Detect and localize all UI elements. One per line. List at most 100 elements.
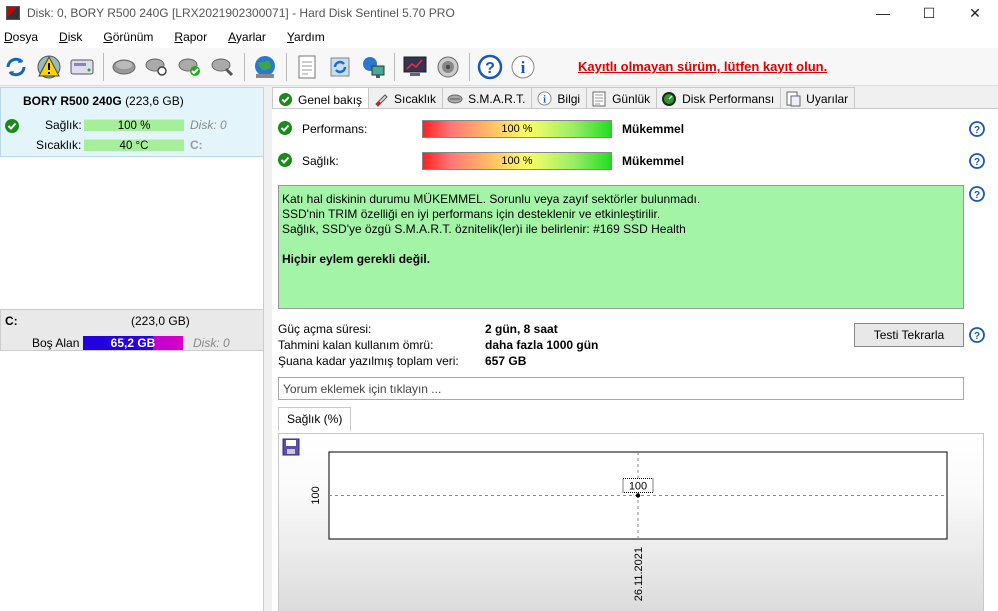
power-on-label: Güç açma süresi: xyxy=(278,322,372,336)
window-title: Disk: 0, BORY R500 240G [LRX202190230007… xyxy=(27,6,455,20)
info-icon: i xyxy=(536,91,552,107)
retest-button[interactable]: Testi Tekrarla xyxy=(854,323,964,347)
close-button[interactable]: ✕ xyxy=(952,0,998,26)
hdd-check-icon[interactable] xyxy=(176,53,204,81)
minimize-button[interactable]: — xyxy=(860,0,906,26)
toolbar-separator xyxy=(103,52,104,81)
volume-card[interactable]: C: (223,0 GB) Boş Alan 65,2 GB Disk: 0 xyxy=(0,309,264,351)
svg-text:?: ? xyxy=(974,190,980,201)
data-point xyxy=(635,493,641,498)
tab-label: Disk Performansı xyxy=(682,91,775,106)
menu-ayarlar[interactable]: Ayarlar xyxy=(228,30,266,44)
speedometer-icon xyxy=(661,91,677,107)
health-label: Sağlık: xyxy=(302,154,339,168)
data-label: 100 xyxy=(629,481,647,493)
hdd-gray-icon[interactable] xyxy=(110,53,138,81)
refresh-icon[interactable] xyxy=(2,53,30,81)
tab-label: S.M.A.R.T. xyxy=(468,91,526,106)
hdd-magnifier-icon[interactable] xyxy=(143,53,171,81)
log-icon xyxy=(591,91,607,107)
tab-bilgi[interactable]: i Bilgi xyxy=(531,87,588,109)
about-info-icon[interactable]: i xyxy=(509,53,537,81)
speaker-icon[interactable] xyxy=(434,53,462,81)
health-ok-icon xyxy=(5,119,19,133)
menu-dosya[interactable]: Dosya xyxy=(4,30,38,44)
globe-icon[interactable] xyxy=(251,53,279,81)
remaining-life-label: Tahmini kalan kullanım ömrü: xyxy=(278,338,434,352)
svg-text:?: ? xyxy=(974,157,980,168)
status-line: Katı hal diskinin durumu MÜKEMMEL. Sorun… xyxy=(282,192,701,206)
remaining-life-value: daha fazla 1000 gün xyxy=(485,338,599,352)
help-icon[interactable]: ? xyxy=(969,327,985,343)
registration-notice-link[interactable]: Kayıtlı olmayan sürüm, lütfen kayıt olun… xyxy=(578,59,827,74)
health-chart-panel: 100 100 26.11.2021 xyxy=(278,433,984,611)
disk-health-label: Sağlık: xyxy=(45,118,82,132)
hdd-wrench-icon[interactable] xyxy=(209,53,237,81)
status-description: Katı hal diskinin durumu MÜKEMMEL. Sorun… xyxy=(278,185,964,309)
y-tick-label: 100 xyxy=(310,486,322,504)
disk-title: BORY R500 240G (223,6 GB) xyxy=(23,94,184,108)
tab-gunluk[interactable]: Günlük xyxy=(586,87,658,109)
disk-drive-letter: C: xyxy=(190,138,203,152)
chart-tab-health[interactable]: Sağlık (%) xyxy=(278,407,352,431)
svg-text:?: ? xyxy=(974,331,980,342)
disk-card[interactable]: BORY R500 240G (223,6 GB) Sağlık: 100 % … xyxy=(0,87,264,157)
toolbar-separator xyxy=(469,52,470,81)
disk-temp-bar: 40 °C xyxy=(84,139,184,152)
tab-bar: Genel bakış Sıcaklık S.M.A.R.T. i Bilgi … xyxy=(272,87,856,111)
help-icon[interactable]: ? xyxy=(476,53,504,81)
smart-icon xyxy=(447,91,463,107)
tab-label: Uyarılar xyxy=(806,91,849,106)
svg-text:i: i xyxy=(521,58,526,77)
svg-text:?: ? xyxy=(974,125,980,136)
disk-size: (223,6 GB) xyxy=(125,94,184,108)
monitor-icon[interactable] xyxy=(401,53,429,81)
menu-disk[interactable]: Disk xyxy=(59,30,82,44)
svg-text:i: i xyxy=(543,95,546,106)
disk-health-bar: 100 % xyxy=(84,119,184,132)
maximize-button[interactable]: ☐ xyxy=(906,0,952,26)
performance-label: Performans: xyxy=(302,122,368,136)
overview-panel: Performans: 100 % Mükemmel ? Sağlık: 100… xyxy=(272,108,998,611)
tab-disk-performansi[interactable]: Disk Performansı xyxy=(656,87,782,109)
warning-doc-icon xyxy=(785,91,801,107)
help-icon[interactable]: ? xyxy=(969,121,985,137)
menu-rapor[interactable]: Rapor xyxy=(174,30,207,44)
tab-label: Genel bakış xyxy=(298,92,363,107)
comment-input[interactable]: Yorum eklemek için tıklayın ... xyxy=(278,377,964,400)
status-line: SSD'nin TRIM özelliği en iyi performans … xyxy=(282,207,661,221)
help-icon[interactable]: ? xyxy=(969,186,985,202)
menu-yardim[interactable]: Yardım xyxy=(287,30,325,44)
status-line: Sağlık, SSD'ye özgü S.M.A.R.T. öznitelik… xyxy=(282,222,686,236)
alert-disk-icon[interactable] xyxy=(35,53,63,81)
disk-temp-label: Sıcaklık: xyxy=(36,138,82,152)
volume-size: (223,0 GB) xyxy=(131,314,190,328)
window-controls: — ☐ ✕ xyxy=(860,0,998,26)
toolbar: ? i Kayıtlı olmayan sürüm, lütfen kayıt … xyxy=(0,48,998,86)
app-icon xyxy=(6,6,20,20)
disk-list-panel: BORY R500 240G (223,6 GB) Sağlık: 100 % … xyxy=(0,87,264,611)
health-ok-icon xyxy=(278,153,292,167)
power-on-value: 2 gün, 8 saat xyxy=(485,322,558,336)
toolbar-separator xyxy=(394,52,395,81)
tab-label: Günlük xyxy=(612,91,651,106)
sync-icon[interactable] xyxy=(326,53,354,81)
volume-letter: C: xyxy=(5,314,18,328)
svg-text:?: ? xyxy=(485,60,495,77)
toolbar-separator xyxy=(286,52,287,81)
network-computer-icon[interactable] xyxy=(359,53,387,81)
x-tick-label: 26.11.2021 xyxy=(633,547,645,601)
tab-sicaklik[interactable]: Sıcaklık xyxy=(368,87,444,109)
help-icon[interactable]: ? xyxy=(969,153,985,169)
free-space-label: Boş Alan xyxy=(32,336,80,350)
report-document-icon[interactable] xyxy=(293,53,321,81)
tab-smart[interactable]: S.M.A.R.T. xyxy=(442,87,533,109)
status-action: Hiçbir eylem gerekli değil. xyxy=(282,252,431,266)
disk-drive-icon[interactable] xyxy=(68,53,96,81)
performance-rating: Mükemmel xyxy=(622,122,685,136)
performance-ok-icon xyxy=(278,121,292,135)
menu-gorunum[interactable]: Görünüm xyxy=(103,30,153,44)
title-bar: Disk: 0, BORY R500 240G [LRX202190230007… xyxy=(0,0,998,26)
tab-label: Bilgi xyxy=(557,91,581,106)
tab-uyarilar[interactable]: Uyarılar xyxy=(780,87,856,109)
